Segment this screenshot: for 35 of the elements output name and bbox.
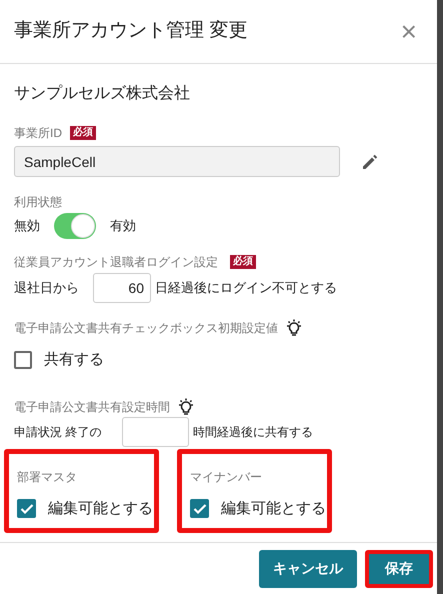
hours-field[interactable] [122,416,189,446]
field-label: マイナンバー [190,468,263,486]
office-id-field[interactable]: SampleCell [14,146,340,177]
field-prefix: 申請状況 終了の [14,424,102,440]
checkbox-label: 編集可能とする [221,498,326,518]
cancel-button[interactable]: キャンセル [259,550,357,588]
field-label: 電子申請公文書共有設定時間 [14,398,170,416]
check-icon [192,502,206,515]
field-label: 利用状態 [14,194,63,211]
field-label: 事業所ID [14,125,62,142]
close-button[interactable]: × [400,18,417,46]
checkbox[interactable] [14,351,32,370]
required-badge: 必須 [70,126,96,140]
check-icon [20,502,34,515]
pencil-icon[interactable] [361,152,379,170]
field-label: 従業員アカウント退職者ログイン設定 [14,254,218,271]
dialog-title: 事業所アカウント管理 変更 [14,19,248,44]
field-prefix: 退社日から [14,279,80,298]
field-label: 電子申請公文書共有チェックボックス初期設定値 [14,320,278,337]
checkbox[interactable] [17,499,36,518]
checkbox-label: 編集可能とする [48,498,153,518]
required-badge: 必須 [230,255,256,269]
days-field[interactable]: 60 [93,273,151,303]
status-toggle[interactable] [54,213,96,239]
checkbox-label: 共有する [44,350,104,370]
field-label: 部署マスタ [17,468,78,486]
field-suffix: 日経過後にログイン不可とする [155,279,337,298]
field-suffix: 時間経過後に共有する [193,424,313,440]
lightbulb-icon [284,319,304,337]
lightbulb-icon [176,398,196,416]
company-name: サンプルセルズ株式会社 [14,84,191,104]
save-button[interactable]: 保存 [365,550,433,588]
toggle-off-label: 無効 [14,217,40,236]
toggle-on-label: 有効 [110,217,136,236]
checkbox[interactable] [190,499,209,518]
